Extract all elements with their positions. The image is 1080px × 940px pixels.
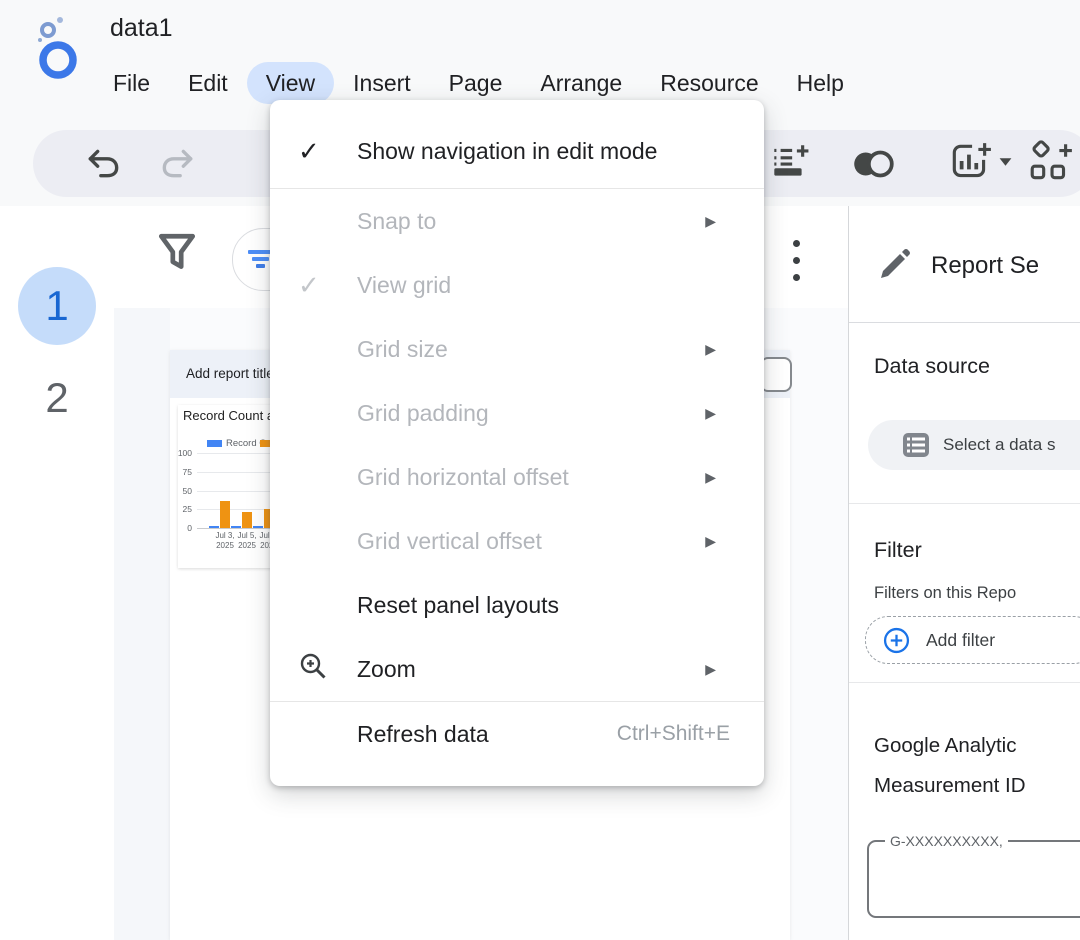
y-tick-label: 25 bbox=[172, 504, 192, 514]
menu-insert[interactable]: Insert bbox=[334, 62, 430, 104]
zoom-in-icon bbox=[298, 651, 328, 687]
submenu-arrow-icon: ▶ bbox=[705, 533, 716, 550]
add-filter-button[interactable]: Add filter bbox=[865, 616, 1080, 664]
looker-studio-logo-icon[interactable] bbox=[28, 14, 90, 82]
ga-heading-line1: Google Analytic bbox=[874, 734, 1016, 758]
y-tick-label: 50 bbox=[172, 486, 192, 496]
submenu-arrow-icon: ▶ bbox=[705, 405, 716, 422]
menu-file[interactable]: File bbox=[94, 62, 169, 104]
add-filter-label: Add filter bbox=[926, 617, 995, 663]
menu-item-grid-vertical-offset[interactable]: Grid vertical offset ▶ bbox=[270, 509, 764, 573]
keyboard-shortcut: Ctrl+Shift+E bbox=[617, 722, 730, 746]
submenu-arrow-icon: ▶ bbox=[705, 213, 716, 230]
menu-page[interactable]: Page bbox=[430, 62, 522, 104]
menu-help[interactable]: Help bbox=[778, 62, 863, 104]
panel-header: Report Se bbox=[849, 206, 1080, 323]
panel-title: Report Se bbox=[931, 252, 1039, 280]
bar bbox=[242, 512, 252, 529]
section-divider bbox=[849, 503, 1080, 504]
submenu-arrow-icon: ▶ bbox=[705, 661, 716, 678]
ga-heading-line2: Measurement ID bbox=[874, 774, 1026, 798]
filter-subtext: Filters on this Repo bbox=[874, 584, 1016, 603]
checkmark-icon: ✓ bbox=[298, 270, 320, 301]
canvas-margin bbox=[114, 308, 170, 940]
view-dropdown-menu: ✓ Show navigation in edit mode Snap to ▶… bbox=[270, 100, 764, 786]
y-tick-label: 75 bbox=[172, 467, 192, 477]
menu-view[interactable]: View bbox=[247, 62, 334, 104]
bar bbox=[209, 526, 219, 529]
submenu-arrow-icon: ▶ bbox=[705, 469, 716, 486]
section-divider bbox=[849, 682, 1080, 683]
select-data-source-label: Select a data s bbox=[943, 420, 1055, 470]
menu-item-refresh-data[interactable]: Refresh data Ctrl+Shift+E bbox=[270, 702, 764, 766]
page-thumbnail-1[interactable]: 1 bbox=[18, 267, 96, 345]
page-thumbnail-2[interactable]: 2 bbox=[0, 374, 114, 422]
blend-data-icon[interactable] bbox=[849, 145, 897, 188]
redo-icon[interactable] bbox=[158, 144, 196, 187]
data-table-icon bbox=[902, 431, 930, 464]
add-chart-caret-icon[interactable] bbox=[998, 154, 1013, 172]
filter-heading: Filter bbox=[874, 538, 922, 563]
menu-resource[interactable]: Resource bbox=[641, 62, 777, 104]
document-title[interactable]: data1 bbox=[110, 14, 173, 43]
ga-measurement-id-field: G-XXXXXXXXXX, bbox=[867, 840, 1080, 918]
y-tick-label: 100 bbox=[172, 448, 192, 458]
menu-item-snap-to[interactable]: Snap to ▶ bbox=[270, 189, 764, 253]
menu-item-view-grid[interactable]: ✓ View grid bbox=[270, 253, 764, 317]
add-control-icon[interactable] bbox=[1027, 139, 1075, 190]
menu-item-grid-horizontal-offset[interactable]: Grid horizontal offset ▶ bbox=[270, 445, 764, 509]
menu-item-grid-size[interactable]: Grid size ▶ bbox=[270, 317, 764, 381]
add-data-icon[interactable] bbox=[768, 141, 810, 188]
edit-pencil-icon bbox=[877, 248, 911, 287]
looker-studio-app: data1 File Edit View Insert Page Arrange… bbox=[0, 0, 1080, 940]
pages-sidebar: 1 2 bbox=[0, 206, 115, 940]
bar bbox=[220, 501, 230, 528]
menu-item-grid-padding[interactable]: Grid padding ▶ bbox=[270, 381, 764, 445]
y-tick-label: 0 bbox=[172, 523, 192, 533]
plus-circle-icon bbox=[883, 627, 910, 659]
select-data-source-button[interactable]: Select a data s bbox=[868, 420, 1080, 470]
menu-arrange[interactable]: Arrange bbox=[521, 62, 641, 104]
menu-item-reset-panel-layouts[interactable]: Reset panel layouts bbox=[270, 573, 764, 637]
menubar: File Edit View Insert Page Arrange Resou… bbox=[94, 61, 863, 105]
bar bbox=[231, 526, 241, 529]
bar bbox=[253, 526, 263, 529]
filter-funnel-icon[interactable] bbox=[156, 230, 198, 281]
more-options-button[interactable] bbox=[790, 240, 802, 288]
add-chart-icon[interactable] bbox=[947, 139, 993, 190]
submenu-arrow-icon: ▶ bbox=[705, 341, 716, 358]
ga-field-label: G-XXXXXXXXXX, bbox=[885, 833, 1008, 849]
checkmark-icon: ✓ bbox=[298, 136, 320, 167]
menu-item-zoom[interactable]: Zoom ▶ bbox=[270, 637, 764, 701]
report-settings-panel: Report Se Data source Select a data s Fi… bbox=[848, 206, 1080, 940]
ga-measurement-id-input[interactable] bbox=[879, 850, 1080, 902]
page-number: 1 bbox=[45, 282, 68, 330]
undo-icon[interactable] bbox=[85, 144, 123, 187]
data-source-heading: Data source bbox=[874, 354, 990, 379]
menu-item-show-navigation-in-edit-mode[interactable]: ✓ Show navigation in edit mode bbox=[270, 114, 764, 188]
menu-edit[interactable]: Edit bbox=[169, 62, 247, 104]
